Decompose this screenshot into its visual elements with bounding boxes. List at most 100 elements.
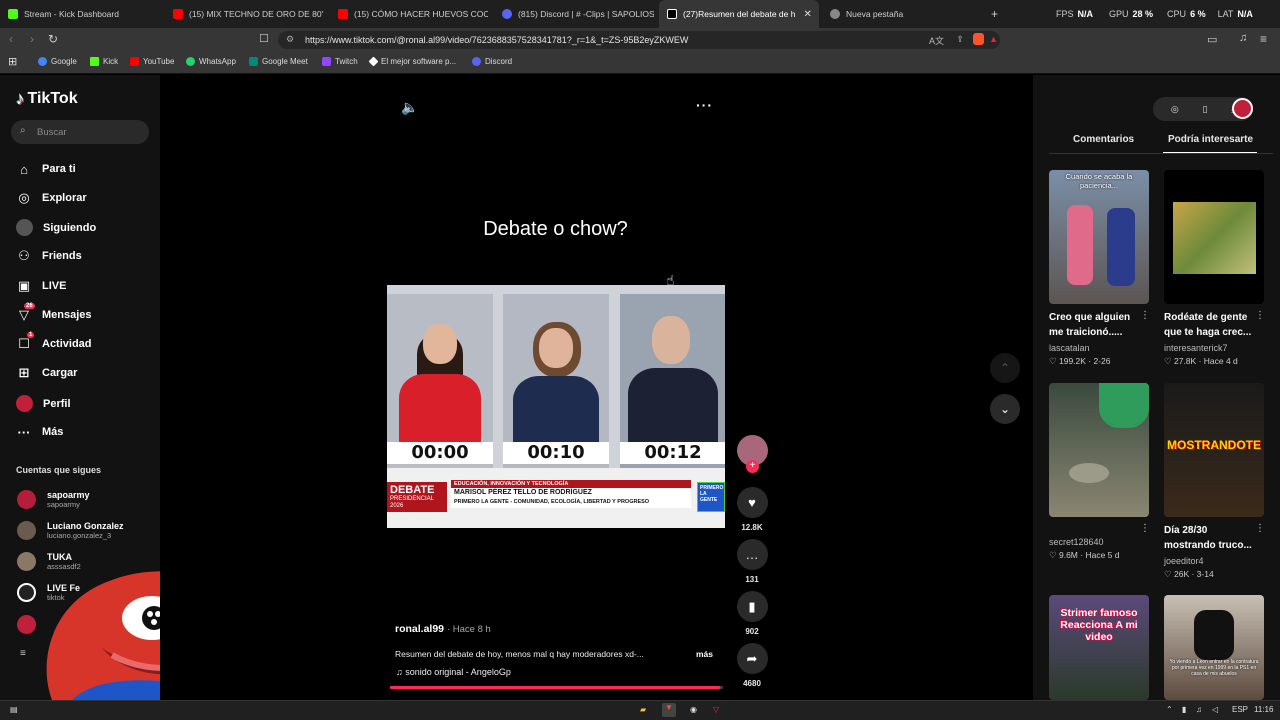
browser-tab[interactable]: (15) MIX TECHNO DE ORO DE 80's &: [173, 0, 323, 28]
youtube-icon: [338, 9, 348, 19]
tab-comments[interactable]: Comentarios: [1073, 134, 1134, 145]
video-thumbnail[interactable]: Cuando se acaba la paciencia...: [1049, 170, 1149, 304]
rewards-icon[interactable]: ▲: [989, 34, 998, 44]
address-toolbar: ‹ › ↻ ☐ ⚙ https://www.tiktok.com/@ronal.…: [0, 28, 1280, 52]
more-options-icon[interactable]: ···: [696, 97, 713, 113]
account-name: sapoarmy: [47, 490, 90, 500]
user-avatar[interactable]: [1232, 98, 1253, 119]
sidebar-item-live[interactable]: ▣ LIVE: [16, 278, 67, 294]
bookmark-label: Kick: [103, 57, 119, 66]
video-thumbnail[interactable]: [1049, 383, 1149, 517]
new-tab-button[interactable]: +: [991, 0, 1005, 28]
sound-line[interactable]: ♫ sonido original - AngeloGp: [396, 667, 511, 677]
next-video-button[interactable]: ⌄: [990, 394, 1020, 424]
forward-icon[interactable]: ›: [30, 32, 34, 46]
timer-label: 00:10: [503, 442, 609, 464]
save-button[interactable]: ▮ 902: [736, 591, 768, 636]
video-thumbnail[interactable]: Strimer famoso Reacciona A mi video: [1049, 595, 1149, 700]
windows-start-icon[interactable]: ▤: [10, 705, 18, 714]
sidebar-item-para-ti[interactable]: ⌂ Para ti: [16, 161, 76, 177]
follow-plus-icon[interactable]: +: [746, 460, 759, 473]
site-info-icon[interactable]: ⚙: [286, 34, 294, 45]
bookmark-discord[interactable]: Discord: [472, 57, 512, 66]
sidebar-item-actividad[interactable]: ☐ Actividad 1: [16, 332, 92, 352]
card-more-icon[interactable]: ⋮: [1140, 310, 1150, 321]
compass-icon[interactable]: ◎: [1171, 104, 1179, 115]
tiktok-logo[interactable]: ♪ TikTok: [16, 89, 78, 109]
bookmark-google[interactable]: Google: [38, 57, 77, 66]
bookmark-twitch[interactable]: Twitch: [322, 57, 358, 66]
media-icon[interactable]: ♫: [1239, 32, 1247, 44]
card-username[interactable]: lascatalan: [1049, 343, 1090, 353]
sidebar-item-mas[interactable]: ··· Más: [16, 424, 64, 440]
card-title[interactable]: Creo que alguien me traicionó.....: [1049, 310, 1139, 340]
sidebar-item-mensajes[interactable]: ▽ Mensajes 26: [16, 303, 92, 323]
browser-tab[interactable]: (15) CÓMO HACER HUEVOS COCIDO: [338, 0, 488, 28]
card-username[interactable]: secret128640: [1049, 537, 1104, 547]
bookmark-whatsapp[interactable]: WhatsApp: [186, 57, 236, 66]
video-player[interactable]: 00:00 00:10 00:12 DEBATE PRESIDENCIAL 20…: [387, 285, 725, 528]
card-more-icon[interactable]: ⋮: [1255, 310, 1265, 321]
apps-icon[interactable]: ⊞: [8, 55, 17, 68]
bookmark-meet[interactable]: Google Meet: [249, 57, 308, 66]
clock[interactable]: 11:16: [1254, 705, 1273, 714]
tray-chevron-icon[interactable]: ⌃: [1166, 705, 1173, 714]
following-account[interactable]: Luciano Gonzalez luciano.gonzalez_3: [17, 521, 124, 540]
app-taskbar-icon[interactable]: ▽: [713, 705, 719, 714]
sidebar-item-explorar[interactable]: ◎ Explorar: [16, 190, 86, 206]
search-icon: ⌕: [20, 125, 26, 136]
browser-tab-active[interactable]: (27)Resumen del debate de h ✕: [659, 0, 819, 28]
browser-tab[interactable]: Nueva pestaña: [830, 0, 980, 28]
card-title[interactable]: Día 28/30 mostrando truco...: [1164, 523, 1254, 553]
bookmark-software[interactable]: El mejor software p...: [368, 56, 456, 67]
headset-icon[interactable]: ♫: [1196, 705, 1202, 714]
browser-tab[interactable]: (815) Discord | # -Clips | SAPOLIOS: [502, 0, 654, 28]
card-username[interactable]: joeeditor4: [1164, 556, 1204, 566]
video-thumbnail[interactable]: MOSTRANDOTE: [1164, 383, 1264, 517]
author-avatar[interactable]: +: [736, 435, 768, 473]
sidebar-toggle-icon[interactable]: ▭: [1207, 33, 1217, 46]
author-name[interactable]: ronal.al99: [395, 623, 444, 635]
translate-icon[interactable]: A文: [929, 34, 944, 47]
bookmark-youtube[interactable]: YouTube: [130, 57, 174, 66]
close-icon[interactable]: ✕: [803, 9, 811, 20]
card-title[interactable]: Rodéate de gente que te haga crec...: [1164, 310, 1254, 340]
share-icon[interactable]: ⇪: [956, 34, 964, 45]
reload-icon[interactable]: ↻: [48, 32, 58, 46]
video-thumbnail[interactable]: [1164, 170, 1264, 304]
menu-icon[interactable]: ≡: [1260, 32, 1267, 46]
language-indicator[interactable]: ESP: [1232, 705, 1248, 714]
nav-label: Cargar: [42, 367, 78, 379]
phone-icon[interactable]: ▯: [1202, 104, 1207, 115]
brave-taskbar-icon[interactable]: ▼: [662, 703, 676, 717]
browser-tab[interactable]: Stream - Kick Dashboard: [8, 0, 168, 28]
card-more-icon[interactable]: ⋮: [1140, 523, 1150, 534]
tab-related[interactable]: Podría interesarte: [1168, 134, 1253, 145]
card-username[interactable]: interesanterick7: [1164, 343, 1228, 353]
lat-value: N/A: [1237, 9, 1253, 19]
video-thumbnail[interactable]: Yo viendo a Leon entrar en la contratura…: [1164, 595, 1264, 700]
file-explorer-icon[interactable]: ▰: [640, 705, 646, 714]
sidebar-item-siguiendo[interactable]: Siguiendo: [16, 219, 96, 236]
mic-icon[interactable]: ▮: [1182, 705, 1186, 714]
share-button[interactable]: ➦ 4680: [736, 643, 768, 688]
previous-video-button[interactable]: ⌃: [990, 353, 1020, 383]
video-progress-bar[interactable]: [390, 686, 723, 689]
like-button[interactable]: ♥ 12.8K: [736, 487, 768, 532]
brave-shield-icon[interactable]: [973, 33, 984, 45]
sidebar-item-friends[interactable]: ⚇ Friends: [16, 248, 82, 264]
sidebar-item-perfil[interactable]: Perfil: [16, 395, 71, 412]
more-link[interactable]: más: [696, 649, 713, 659]
sidebar-item-cargar[interactable]: ⊞ Cargar: [16, 365, 78, 381]
following-account[interactable]: sapoarmy sapoarmy: [17, 490, 90, 509]
back-icon[interactable]: ‹: [9, 32, 13, 46]
search-input[interactable]: ⌕ Buscar: [11, 120, 149, 144]
bookmark-kick[interactable]: Kick: [90, 57, 118, 66]
card-more-icon[interactable]: ⋮: [1255, 523, 1265, 534]
obs-taskbar-icon[interactable]: ◉: [690, 705, 697, 714]
volume-tray-icon[interactable]: ◁: [1212, 705, 1218, 714]
comment-button[interactable]: … 131: [736, 539, 768, 584]
bookmark-icon[interactable]: ☐: [259, 32, 269, 45]
url-bar[interactable]: ⚙ https://www.tiktok.com/@ronal.al99/vid…: [278, 31, 1000, 49]
volume-icon[interactable]: 🔈: [401, 99, 418, 116]
